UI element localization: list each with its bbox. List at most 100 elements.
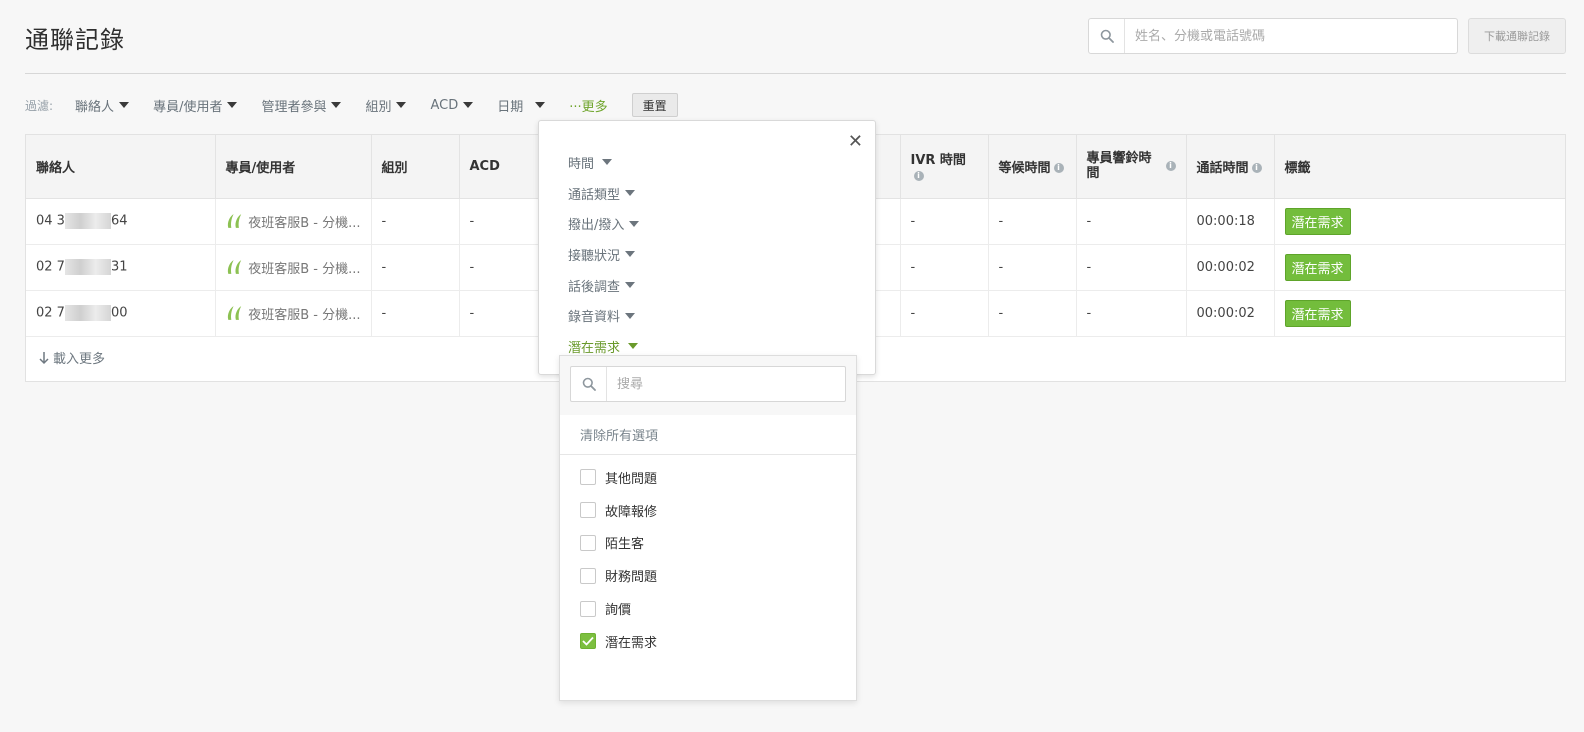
filter-contact[interactable]: 聯絡人 bbox=[75, 96, 130, 115]
tag-option-label: 財務問題 bbox=[605, 570, 658, 586]
contact-cell[interactable]: 02 7 31 bbox=[26, 244, 216, 291]
filter-option-direction[interactable]: 撥出/撥入 bbox=[568, 208, 640, 239]
contact-suffix: 00 bbox=[110, 305, 128, 321]
contact-suffix: 64 bbox=[110, 213, 128, 229]
tag-option[interactable]: 陌生客 bbox=[560, 527, 856, 560]
checkbox[interactable] bbox=[580, 502, 596, 519]
tag-option-list: 其他問題 故障報修 陌生客 財務問題 詢價 潛在需求 bbox=[560, 455, 856, 658]
contact-cell[interactable]: 04 3 64 bbox=[26, 198, 216, 245]
filter-supervisor[interactable]: 管理者參與 bbox=[261, 96, 342, 115]
status-badge[interactable]: 潛在需求 bbox=[1284, 253, 1351, 281]
tag-cell: 潛在需求 bbox=[1274, 244, 1565, 291]
status-badge[interactable]: 潛在需求 bbox=[1284, 207, 1351, 235]
column-header-talk-time[interactable]: 通話時間 i bbox=[1186, 135, 1275, 199]
agent-cell[interactable]: 夜班客服B - 分機... bbox=[215, 244, 372, 291]
column-header-group[interactable]: 組別 bbox=[371, 135, 460, 199]
filter-agent[interactable]: 專員/使用者 bbox=[153, 96, 238, 115]
info-icon[interactable]: i bbox=[1251, 163, 1262, 174]
caret-down-icon bbox=[625, 251, 636, 258]
arrow-down-icon bbox=[39, 351, 49, 364]
wait-cell: - bbox=[988, 198, 1077, 245]
ring-time-label: 專員響鈴時間 bbox=[1086, 151, 1152, 182]
tag-option[interactable]: 故障報修 bbox=[560, 494, 856, 527]
wait-cell: - bbox=[988, 290, 1077, 337]
column-header-agent[interactable]: 專員/使用者 bbox=[215, 135, 372, 199]
close-icon[interactable]: ✕ bbox=[848, 131, 863, 152]
search-input[interactable] bbox=[1125, 20, 1457, 52]
filter-option-call-type[interactable]: 通話類型 bbox=[568, 178, 639, 209]
contact-prefix: 04 3 bbox=[36, 213, 65, 229]
clear-all-options[interactable]: 清除所有選項 bbox=[560, 415, 856, 455]
header-search[interactable] bbox=[1088, 18, 1458, 54]
dropdown-search-input[interactable] bbox=[607, 376, 845, 392]
group-cell: - bbox=[371, 244, 460, 291]
download-records-button[interactable]: 下載通聯記錄 bbox=[1468, 18, 1566, 54]
filter-option-label: 時間 bbox=[568, 156, 595, 172]
tag-option-label: 潛在需求 bbox=[605, 635, 658, 651]
column-header-tag[interactable]: 標籤 bbox=[1274, 135, 1565, 199]
group-cell: - bbox=[371, 198, 460, 245]
ring-cell: - bbox=[1076, 290, 1187, 337]
header-divider bbox=[25, 73, 1566, 74]
load-more-link[interactable]: 載入更多 bbox=[38, 348, 105, 367]
agent-cell[interactable]: 夜班客服B - 分機... bbox=[215, 290, 372, 337]
filter-group[interactable]: 組別 bbox=[365, 96, 407, 115]
caret-down-icon bbox=[629, 220, 640, 227]
checkbox[interactable] bbox=[580, 567, 596, 584]
column-header-acd[interactable]: ACD bbox=[459, 135, 548, 199]
checkbox[interactable] bbox=[580, 469, 596, 486]
column-header-ring-time[interactable]: 專員響鈴時間 i bbox=[1076, 135, 1187, 199]
info-icon[interactable]: i bbox=[1165, 161, 1176, 171]
filter-date[interactable]: 日期 bbox=[497, 96, 546, 115]
filter-bar: 過濾: 聯絡人 專員/使用者 管理者參與 組別 ACD 日期 ···更多 重置 bbox=[25, 93, 678, 117]
acd-cell: - bbox=[459, 244, 548, 291]
acd-cell: - bbox=[459, 290, 548, 337]
column-header-wait-time[interactable]: 等候時間 i bbox=[988, 135, 1077, 199]
tag-cell: 潛在需求 bbox=[1274, 290, 1565, 337]
caret-down-icon bbox=[396, 102, 407, 108]
tag-cell: 潛在需求 bbox=[1274, 198, 1565, 245]
more-filters-link[interactable]: ···更多 bbox=[569, 96, 607, 115]
wait-time-label: 等候時間 bbox=[998, 160, 1051, 176]
filter-acd[interactable]: ACD bbox=[430, 98, 474, 113]
filter-label: 過濾: bbox=[25, 98, 54, 113]
tag-option[interactable]: 其他問題 bbox=[560, 461, 856, 494]
tag-option[interactable]: 財務問題 bbox=[560, 559, 856, 592]
filter-option-time[interactable]: 時間 bbox=[568, 147, 639, 178]
info-icon[interactable]: i bbox=[913, 170, 924, 181]
tag-option[interactable]: 潛在需求 bbox=[560, 625, 856, 658]
info-icon[interactable]: i bbox=[1053, 163, 1064, 174]
more-filters-popup: ✕ 時間 通話類型 撥出/撥入 接聽狀況 話後調查 錄音資料 潛在需求 bbox=[538, 120, 876, 375]
checkbox[interactable] bbox=[580, 534, 596, 551]
filter-option-survey[interactable]: 話後調查 bbox=[568, 270, 639, 301]
filter-option-recording[interactable]: 錄音資料 bbox=[568, 300, 639, 331]
column-header-ivr-time[interactable]: IVR 時間i bbox=[900, 135, 989, 199]
checkbox[interactable] bbox=[580, 600, 596, 617]
ivr-cell: - bbox=[900, 290, 989, 337]
dropdown-search[interactable] bbox=[570, 366, 846, 402]
checkbox-checked[interactable] bbox=[580, 633, 596, 650]
caret-down-icon bbox=[602, 159, 613, 166]
reset-button[interactable]: 重置 bbox=[631, 93, 678, 117]
tag-option[interactable]: 詢價 bbox=[560, 592, 856, 625]
filter-agent-label: 專員/使用者 bbox=[153, 99, 223, 115]
redacted-number bbox=[64, 305, 111, 321]
page-title: 通聯記錄 bbox=[25, 26, 125, 54]
agent-cell[interactable]: 夜班客服B - 分機... bbox=[215, 198, 372, 245]
filter-contact-label: 聯絡人 bbox=[75, 99, 115, 115]
filter-option-answer-status[interactable]: 接聽狀況 bbox=[568, 239, 639, 270]
caret-down-icon bbox=[625, 190, 636, 197]
talk-cell: 00:00:02 bbox=[1186, 244, 1275, 291]
redacted-number bbox=[64, 259, 111, 275]
filter-option-label: 接聽狀況 bbox=[568, 248, 621, 264]
column-header-contact[interactable]: 聯絡人 bbox=[26, 135, 216, 199]
status-badge[interactable]: 潛在需求 bbox=[1284, 299, 1351, 327]
filter-option-label: 話後調查 bbox=[568, 279, 621, 295]
contact-cell[interactable]: 02 7 00 bbox=[26, 290, 216, 337]
search-icon bbox=[571, 367, 607, 401]
ivr-cell: - bbox=[900, 244, 989, 291]
filter-group-label: 組別 bbox=[365, 99, 392, 115]
ivr-cell: - bbox=[900, 198, 989, 245]
ivr-time-label: IVR 時間 bbox=[910, 153, 966, 169]
caret-down-icon bbox=[119, 102, 130, 108]
